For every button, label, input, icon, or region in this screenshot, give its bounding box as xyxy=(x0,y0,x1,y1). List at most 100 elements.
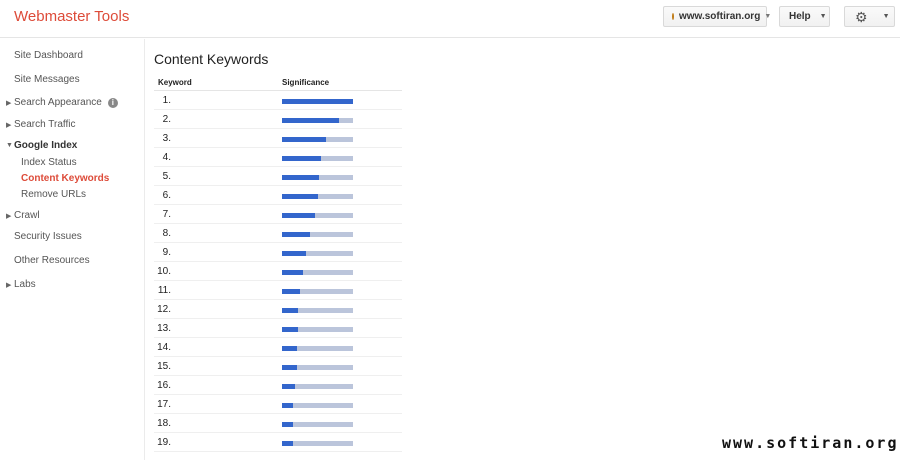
table-row: 2. xyxy=(154,110,402,129)
row-rank: 4. xyxy=(162,152,171,163)
significance-bar-fill xyxy=(282,232,310,237)
significance-bar-fill xyxy=(282,422,293,427)
row-rank: 5. xyxy=(162,171,171,182)
sidebar-item-label: Labs xyxy=(14,279,36,290)
significance-bar-fill xyxy=(282,99,353,104)
significance-bar xyxy=(282,346,353,351)
row-rank: 6. xyxy=(162,190,171,201)
significance-bar xyxy=(282,251,353,256)
sidebar-item-label: Remove URLs xyxy=(21,189,87,200)
watermark: www.softiran.org xyxy=(722,434,899,452)
sidebar-item-security-issues[interactable]: Security Issues xyxy=(14,231,82,242)
row-rank: 16. xyxy=(157,380,171,391)
chevron-down-icon: ▼ xyxy=(819,13,827,20)
significance-bar-fill xyxy=(282,289,300,294)
page-title: Content Keywords xyxy=(154,51,269,67)
sidebar-item-search-traffic[interactable]: ▶ Search Traffic xyxy=(6,119,76,130)
significance-bar-fill xyxy=(282,137,326,142)
column-header-significance: Significance xyxy=(282,78,330,87)
row-rank: 15. xyxy=(157,361,171,372)
sidebar-item-index-status[interactable]: Index Status xyxy=(21,157,77,168)
sidebar-item-crawl[interactable]: ▶ Crawl xyxy=(6,210,40,221)
table-row: 3. xyxy=(154,129,402,148)
sidebar-item-search-appearance[interactable]: ▶ Search Appearance i xyxy=(6,97,118,108)
row-divider xyxy=(154,451,402,452)
help-button-label: Help xyxy=(789,11,811,22)
significance-bar xyxy=(282,384,353,389)
significance-bar-fill xyxy=(282,384,295,389)
table-row: 13. xyxy=(154,319,402,338)
table-row: 11. xyxy=(154,281,402,300)
significance-bar xyxy=(282,118,353,123)
significance-bar xyxy=(282,156,353,161)
row-rank: 9. xyxy=(162,247,171,258)
significance-bar-fill xyxy=(282,327,298,332)
row-rank: 2. xyxy=(162,114,171,125)
settings-button[interactable]: ⚙ ▼ xyxy=(844,6,895,27)
sidebar-item-label: Site Dashboard xyxy=(14,50,83,61)
sidebar-item-remove-urls[interactable]: Remove URLs xyxy=(21,189,86,200)
row-rank: 11. xyxy=(157,285,171,296)
row-rank: 1. xyxy=(162,95,171,106)
row-rank: 13. xyxy=(157,323,171,334)
table-row: 17. xyxy=(154,395,402,414)
expand-triangle-icon: ▶ xyxy=(6,99,12,107)
row-rank: 10. xyxy=(157,266,171,277)
significance-bar-fill xyxy=(282,365,297,370)
significance-bar xyxy=(282,175,353,180)
significance-bar xyxy=(282,99,353,104)
significance-bar xyxy=(282,327,353,332)
row-rank: 3. xyxy=(162,133,171,144)
row-rank: 14. xyxy=(157,342,171,353)
row-rank: 12. xyxy=(157,304,171,315)
chevron-down-icon: ▼ xyxy=(882,13,890,20)
site-selector-label: www.softiran.org xyxy=(679,11,761,22)
row-rank: 7. xyxy=(162,209,171,220)
significance-bar-fill xyxy=(282,403,293,408)
sidebar-item-site-messages[interactable]: Site Messages xyxy=(14,74,80,85)
app-title[interactable]: Webmaster Tools xyxy=(14,8,129,25)
sidebar-item-google-index[interactable]: ▼ Google Index xyxy=(6,140,77,151)
significance-bar xyxy=(282,194,353,199)
significance-bar xyxy=(282,137,353,142)
sidebar-item-label: Search Traffic xyxy=(14,119,76,130)
significance-bar xyxy=(282,308,353,313)
expand-triangle-icon: ▶ xyxy=(6,212,12,220)
significance-bar-fill xyxy=(282,156,321,161)
significance-bar xyxy=(282,270,353,275)
gear-icon: ⚙ xyxy=(855,8,868,25)
table-row: 14. xyxy=(154,338,402,357)
table-row: 16. xyxy=(154,376,402,395)
help-button[interactable]: Help ▼ xyxy=(779,6,830,27)
site-favicon-icon xyxy=(672,13,674,20)
sidebar-item-label: Crawl xyxy=(14,210,40,221)
sidebar-item-content-keywords[interactable]: Content Keywords xyxy=(21,173,109,184)
significance-bar xyxy=(282,213,353,218)
top-bar: Webmaster Tools www.softiran.org ▼ Help … xyxy=(0,0,900,38)
sidebar: Site Dashboard Site Messages ▶ Search App… xyxy=(0,39,145,460)
significance-bar-fill xyxy=(282,270,303,275)
sidebar-item-site-dashboard[interactable]: Site Dashboard xyxy=(14,50,83,61)
table-row: 10. xyxy=(154,262,402,281)
significance-bar-fill xyxy=(282,194,318,199)
expand-triangle-icon: ▶ xyxy=(6,121,12,129)
info-icon[interactable]: i xyxy=(107,97,118,108)
column-header-keyword: Keyword xyxy=(158,78,192,87)
significance-bar-fill xyxy=(282,175,319,180)
table-row: 12. xyxy=(154,300,402,319)
significance-bar-fill xyxy=(282,251,306,256)
significance-bar xyxy=(282,441,353,446)
significance-bar xyxy=(282,232,353,237)
sidebar-item-labs[interactable]: ▶ Labs xyxy=(6,279,36,290)
sidebar-item-label: Search Appearance xyxy=(14,97,102,108)
table-row: 18. xyxy=(154,414,402,433)
sidebar-item-label: Other Resources xyxy=(14,255,90,266)
row-rank: 19. xyxy=(157,437,171,448)
significance-bar-fill xyxy=(282,118,339,123)
sidebar-item-other-resources[interactable]: Other Resources xyxy=(14,255,90,266)
significance-bar-fill xyxy=(282,308,298,313)
table-row: 6. xyxy=(154,186,402,205)
significance-bar-fill xyxy=(282,346,297,351)
table-row: 7. xyxy=(154,205,402,224)
site-selector[interactable]: www.softiran.org ▼ xyxy=(663,6,771,27)
